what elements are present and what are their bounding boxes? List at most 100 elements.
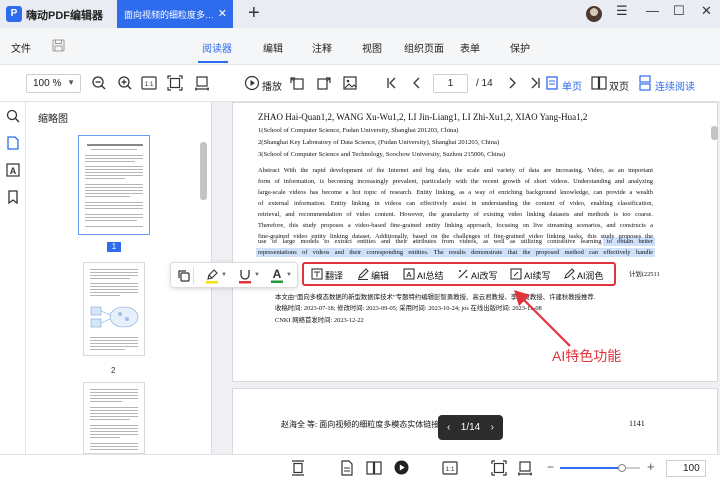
cn-partial-text: 计划(22511 xyxy=(629,271,660,278)
chevron-down-icon: ▼ xyxy=(67,78,75,87)
text-format-toolbar: ▼ ▼ A ▼ xyxy=(170,262,298,288)
zoom-select[interactable]: 100 % ▼ xyxy=(26,74,81,93)
bookmark-icon[interactable] xyxy=(6,190,20,204)
fit-height-icon[interactable] xyxy=(291,460,305,476)
previous-page-icon[interactable] xyxy=(411,75,423,91)
diagram-icon xyxy=(90,303,140,331)
document-tab[interactable]: 面向视频的细粒度多模态实体链接 ✕ xyxy=(117,0,233,28)
chevron-right-icon[interactable]: › xyxy=(491,415,494,440)
double-page-icon[interactable] xyxy=(591,75,607,91)
highlighter-icon[interactable] xyxy=(205,268,221,284)
abstract-line: use of large models to extract entities … xyxy=(258,238,653,245)
zoom-slider-fill xyxy=(560,467,623,469)
chevron-down-icon[interactable]: ▼ xyxy=(286,272,292,278)
actual-size-icon[interactable]: 1:1 xyxy=(141,75,157,91)
page-number-input[interactable]: 1 xyxy=(433,74,468,93)
menu-icon[interactable]: ☰ xyxy=(616,3,628,19)
underline-icon[interactable] xyxy=(238,268,252,284)
paper-affiliation: 3(School of Computer Science and Technol… xyxy=(258,151,506,158)
minimize-button[interactable]: — xyxy=(646,3,659,18)
svg-text:1:1: 1:1 xyxy=(445,466,454,473)
tab-edit[interactable]: 编辑 xyxy=(263,40,283,55)
rotate-left-icon[interactable] xyxy=(289,75,305,91)
status-bar: 1:1 − + 100 xyxy=(0,454,720,480)
paper-affiliation: 1(School of Computer Science, Fudan Univ… xyxy=(258,127,459,134)
document-page-1: ZHAO Hai-Quan1,2, WANG Xu-Wu1,2, LI Jin-… xyxy=(232,102,718,382)
first-page-icon[interactable] xyxy=(385,75,399,91)
chevron-left-icon[interactable]: ‹ xyxy=(447,415,450,440)
document-scrollbar[interactable] xyxy=(711,126,718,140)
save-icon[interactable] xyxy=(52,39,65,52)
copy-icon[interactable] xyxy=(177,269,191,283)
chevron-down-icon[interactable]: ▼ xyxy=(221,272,227,278)
abstract-line: of external information. Entity linking … xyxy=(258,200,653,207)
page-number-label: 1141 xyxy=(629,419,645,428)
zoom-in-button[interactable]: + xyxy=(647,459,655,474)
double-page-button[interactable]: 双页 xyxy=(609,78,629,93)
next-page-icon[interactable] xyxy=(506,75,518,91)
rotate-right-icon[interactable] xyxy=(316,75,332,91)
paper-authors: ZHAO Hai-Quan1,2, WANG Xu-Wu1,2, LI Jin-… xyxy=(258,112,588,122)
actual-size-icon[interactable]: 1:1 xyxy=(442,461,458,475)
thumbnail-page-number: 1 xyxy=(107,242,121,252)
fit-page-icon[interactable] xyxy=(167,75,183,91)
fit-width-icon[interactable] xyxy=(517,460,533,476)
fit-width-icon[interactable] xyxy=(194,75,210,91)
page-thumbnail-2[interactable] xyxy=(83,262,145,356)
chevron-down-icon[interactable]: ▼ xyxy=(254,272,260,278)
zoom-slider-handle[interactable] xyxy=(618,464,627,472)
thumbnail-scrollbar[interactable] xyxy=(200,142,207,200)
search-icon[interactable] xyxy=(6,109,20,123)
divider xyxy=(193,267,194,284)
tab-forms[interactable]: 表单 xyxy=(460,40,480,55)
ai-summary-label: AI总结 xyxy=(417,271,444,281)
footnote-line: CNKI 网络首发时间: 2023-12-22 xyxy=(275,317,364,324)
screenshot-icon[interactable] xyxy=(342,75,358,91)
menu-bar: 文件 阅读器 编辑 注释 视图 组织页面 表单 保护 xyxy=(0,28,720,65)
play-icon[interactable] xyxy=(394,460,409,475)
page-total: / 14 xyxy=(476,78,493,89)
continuous-read-button[interactable]: 连续阅读 xyxy=(655,78,695,93)
text-recognition-icon[interactable]: A xyxy=(6,163,20,177)
zoom-value: 100 % xyxy=(33,78,62,89)
zoom-percent-input[interactable]: 100 xyxy=(666,460,706,477)
svg-text:A: A xyxy=(10,166,17,176)
single-page-button[interactable]: 单页 xyxy=(562,78,582,93)
file-menu[interactable]: 文件 xyxy=(11,40,31,55)
abstract-line: Therefore, this study proposes a video-b… xyxy=(258,222,653,229)
abstract-line: retrieval, and recommendation of video c… xyxy=(258,211,653,218)
zoom-out-button[interactable]: − xyxy=(547,460,554,474)
fit-page-icon[interactable] xyxy=(491,460,507,476)
zoom-out-icon[interactable] xyxy=(91,75,107,91)
page-thumbnail-1[interactable] xyxy=(78,135,150,235)
new-tab-button[interactable]: + xyxy=(248,3,260,23)
window-close-button[interactable]: ✕ xyxy=(701,3,712,19)
avatar[interactable] xyxy=(586,6,602,22)
text-color-icon[interactable]: A xyxy=(270,267,284,284)
page-indicator-text: 1/14 xyxy=(460,422,481,433)
single-page-view-icon[interactable] xyxy=(341,460,353,476)
single-page-icon[interactable] xyxy=(545,75,559,91)
svg-text:1:1: 1:1 xyxy=(144,81,153,88)
tab-reader[interactable]: 阅读器 xyxy=(202,40,232,55)
continuous-read-icon[interactable] xyxy=(637,75,653,91)
tab-annotate[interactable]: 注释 xyxy=(312,40,332,55)
paper-affiliation: 2(Shanghai Key Laboratory of Data Scienc… xyxy=(258,139,500,146)
thumbnail-panel-title: 缩略图 xyxy=(38,114,68,125)
abstract-line: large-scale videos has become a hot topi… xyxy=(258,189,653,196)
play-button[interactable]: 播放 xyxy=(262,78,282,93)
ai-polish-label: AI润色 xyxy=(577,271,604,281)
play-icon[interactable] xyxy=(244,75,260,91)
page-thumbnail-icon[interactable] xyxy=(6,136,20,150)
close-icon[interactable]: ✕ xyxy=(218,7,227,20)
zoom-in-icon[interactable] xyxy=(117,75,133,91)
tab-view[interactable]: 视图 xyxy=(362,40,382,55)
page-thumbnail-3[interactable] xyxy=(83,382,145,454)
tab-protect[interactable]: 保护 xyxy=(510,40,530,55)
ai-rewrite-label: AI改写 xyxy=(471,271,498,281)
last-page-icon[interactable] xyxy=(528,75,542,91)
maximize-button[interactable]: ☐ xyxy=(673,3,685,19)
double-page-view-icon[interactable] xyxy=(366,461,382,475)
tab-organize-pages[interactable]: 组织页面 xyxy=(404,40,444,55)
page-indicator-pill[interactable]: ‹ 1/14 › xyxy=(438,415,503,440)
